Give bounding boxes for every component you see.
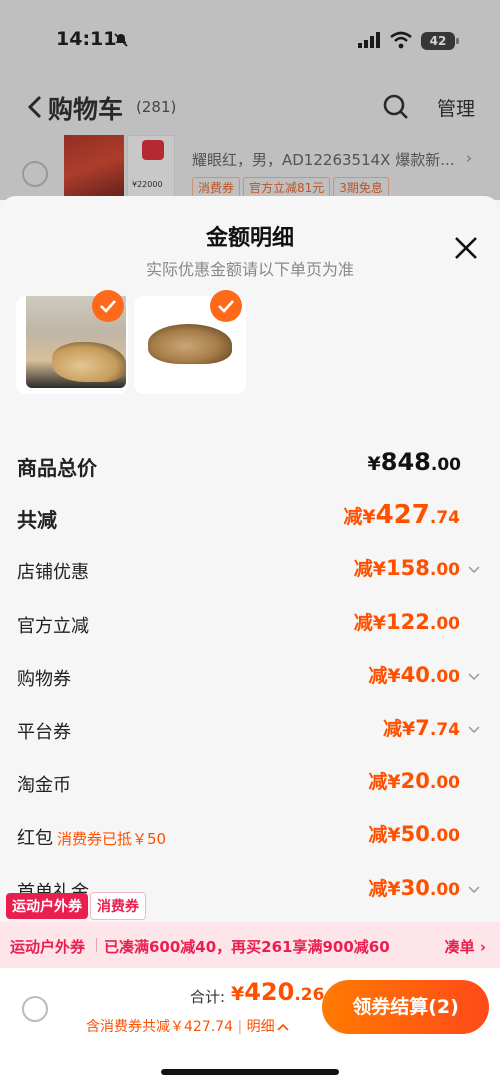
row-value: 减¥20.00 bbox=[368, 769, 460, 793]
row-value: ¥848.00 bbox=[367, 448, 461, 476]
row-label: 购物券 bbox=[17, 669, 71, 690]
detail-toggle[interactable]: 明细 bbox=[247, 1019, 289, 1035]
select-all-radio[interactable] bbox=[22, 996, 48, 1022]
add-items-link[interactable]: 凑单 › bbox=[445, 936, 486, 957]
check-icon[interactable] bbox=[210, 290, 242, 322]
total-label: 合计: bbox=[190, 988, 226, 1006]
chevron-down-icon[interactable] bbox=[468, 673, 480, 681]
red-packet-note: 消费券已抵￥50 bbox=[57, 830, 167, 848]
row-value: 减¥158.00 bbox=[353, 556, 460, 580]
overlay-dim[interactable] bbox=[0, 0, 500, 200]
discount-summary: 含消费券共减￥427.74 | 明细 bbox=[86, 1016, 289, 1036]
selected-product-card[interactable] bbox=[134, 290, 246, 394]
coupon-tab-consumption[interactable]: 消费券 bbox=[90, 892, 146, 920]
checkout-button[interactable]: 领券结算(2) bbox=[322, 980, 489, 1034]
row-value: 减¥50.00 bbox=[368, 822, 460, 846]
row-red-packet: 红包 消费券已抵￥50 减¥50.00 bbox=[0, 818, 500, 858]
row-shopping-coupon[interactable]: 购物券 减¥40.00 bbox=[0, 659, 500, 699]
sheet-subtitle: 实际优惠金额请以下单页为准 bbox=[145, 260, 354, 279]
row-value: 减¥40.00 bbox=[368, 663, 460, 687]
total-amount: ¥420.26 bbox=[231, 978, 325, 1006]
row-label: 商品总价 bbox=[17, 456, 97, 480]
row-value: 减¥122.00 bbox=[353, 610, 460, 634]
row-label: 官方立减 bbox=[17, 616, 89, 637]
row-official-reduce: 官方立减 减¥122.00 bbox=[0, 606, 500, 646]
product-image bbox=[52, 342, 126, 382]
row-label: 店铺优惠 bbox=[17, 562, 89, 583]
chevron-up-icon bbox=[277, 1023, 289, 1031]
checkout-bar: 合计: ¥420.26 含消费券共减￥427.74 | 明细 领券结算(2) bbox=[0, 968, 500, 1087]
row-total-price: 商品总价 ¥848.00 bbox=[0, 446, 500, 486]
sheet-title: 金额明细 bbox=[205, 226, 294, 251]
home-indicator bbox=[161, 1069, 339, 1075]
row-total-reduce: 共减 减¥427.74 bbox=[0, 498, 500, 538]
row-label: 共减 bbox=[17, 508, 57, 532]
row-taojinbi: 淘金币 减¥20.00 bbox=[0, 765, 500, 805]
row-value: 减¥7.74 bbox=[383, 716, 460, 740]
row-platform-coupon[interactable]: 平台券 减¥7.74 bbox=[0, 712, 500, 752]
coupon-strip-label: 运动户外券 bbox=[10, 938, 86, 956]
close-icon[interactable] bbox=[454, 236, 478, 260]
coupon-strip-text: 已凑满600减40，再买261享满900减60 bbox=[104, 938, 390, 956]
row-label: 淘金币 bbox=[17, 775, 71, 796]
row-label: 平台券 bbox=[17, 722, 71, 743]
divider bbox=[96, 938, 97, 952]
chevron-down-icon[interactable] bbox=[468, 886, 480, 894]
coupon-tab-sports[interactable]: 运动户外券 bbox=[6, 893, 88, 919]
chevron-down-icon[interactable] bbox=[468, 566, 480, 574]
coupon-progress-strip[interactable]: 运动户外券 已凑满600减40，再买261享满900减60 凑单 › bbox=[0, 922, 500, 968]
chevron-down-icon[interactable] bbox=[468, 726, 480, 734]
check-icon[interactable] bbox=[92, 290, 124, 322]
row-value: 减¥30.00 bbox=[368, 876, 460, 900]
row-value: 减¥427.74 bbox=[343, 500, 460, 530]
selected-product-card[interactable] bbox=[16, 290, 128, 394]
row-store-discount[interactable]: 店铺优惠 减¥158.00 bbox=[0, 552, 500, 592]
row-label: 红包 消费券已抵￥50 bbox=[17, 828, 167, 849]
coupon-tabs: 运动户外券 消费券 bbox=[6, 892, 146, 920]
product-image bbox=[148, 324, 232, 364]
